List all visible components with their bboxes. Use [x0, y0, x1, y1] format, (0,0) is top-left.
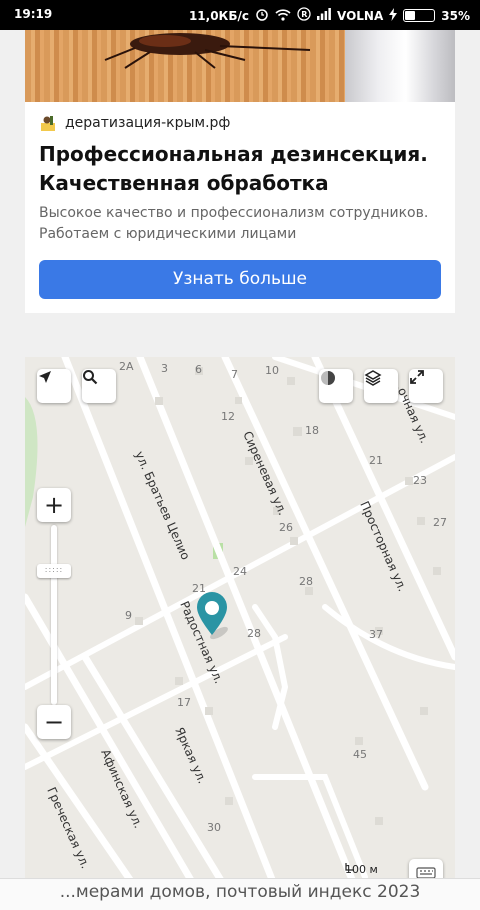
- ad-image-person: [345, 30, 455, 102]
- fullscreen-button[interactable]: [409, 369, 443, 403]
- registered-icon: R: [297, 7, 311, 24]
- house-number: 6: [195, 363, 202, 376]
- zoom-out-button[interactable]: −: [37, 705, 71, 739]
- house-number: 23: [413, 474, 427, 487]
- network-speed: 11,0КБ/с: [188, 8, 249, 23]
- house-number: 10: [265, 364, 279, 377]
- ad-domain-row[interactable]: дератизация-крым.рф: [39, 114, 230, 132]
- map-view[interactable]: ул. Братьев Целио Сиреневая ул. Просторн…: [25, 357, 455, 887]
- map-scale: 100 м: [345, 863, 378, 876]
- ad-description: Высокое качество и профессионализм сотру…: [39, 205, 429, 242]
- traffic-button[interactable]: [319, 369, 353, 403]
- house-number: 45: [353, 748, 367, 761]
- house-number: 37: [369, 628, 383, 641]
- battery-icon: [403, 9, 436, 22]
- layers-button[interactable]: [364, 369, 398, 403]
- signal-icon: [317, 8, 331, 23]
- ad-title[interactable]: Профессиональная дезинсекция. Качественн…: [39, 140, 449, 198]
- map-roads: [25, 357, 455, 887]
- house-number: 26: [279, 521, 293, 534]
- favicon-icon: [39, 114, 57, 132]
- wifi-icon: [275, 8, 291, 24]
- ad-image[interactable]: [25, 30, 455, 102]
- ad-domain[interactable]: дератизация-крым.рф: [65, 115, 230, 131]
- status-right: 11,0КБ/с R VOLNA 35%: [189, 7, 470, 24]
- zoom-slider-handle[interactable]: :::::: [37, 564, 71, 578]
- house-number: 21: [192, 582, 206, 595]
- battery-percent: 35%: [441, 8, 470, 23]
- alarm-icon: [255, 7, 269, 24]
- charging-icon: [389, 7, 398, 24]
- house-number: 28: [299, 575, 313, 588]
- zoom-in-button[interactable]: +: [37, 488, 71, 522]
- house-number: 27: [433, 516, 447, 529]
- bottom-bar: ...мерами домов, почтовый индекс 2023: [0, 878, 480, 910]
- house-number: 7: [231, 368, 238, 381]
- house-number: 2А: [119, 360, 134, 373]
- house-number: 21: [369, 454, 383, 467]
- svg-text:R: R: [301, 10, 307, 19]
- house-number: 24: [233, 565, 247, 578]
- house-number: 3: [161, 362, 168, 375]
- status-time: 19:19: [14, 7, 53, 21]
- learn-more-button[interactable]: Узнать больше: [39, 260, 441, 299]
- my-location-button[interactable]: [37, 369, 71, 403]
- house-number: 18: [305, 424, 319, 437]
- map-search-button[interactable]: [82, 369, 116, 403]
- house-number: 17: [177, 696, 191, 709]
- carrier-name: VOLNA: [337, 8, 384, 23]
- cockroach-image: [104, 33, 311, 69]
- house-number: 28: [247, 627, 261, 640]
- house-number: 30: [207, 821, 221, 834]
- house-number: 12: [221, 410, 235, 423]
- status-bar: 19:19 11,0КБ/с R VOLNA 35%: [0, 0, 480, 30]
- zoom-slider-track[interactable]: [51, 525, 57, 705]
- ad-card[interactable]: дератизация-крым.рф Профессиональная дез…: [25, 30, 455, 313]
- house-number: 9: [125, 609, 132, 622]
